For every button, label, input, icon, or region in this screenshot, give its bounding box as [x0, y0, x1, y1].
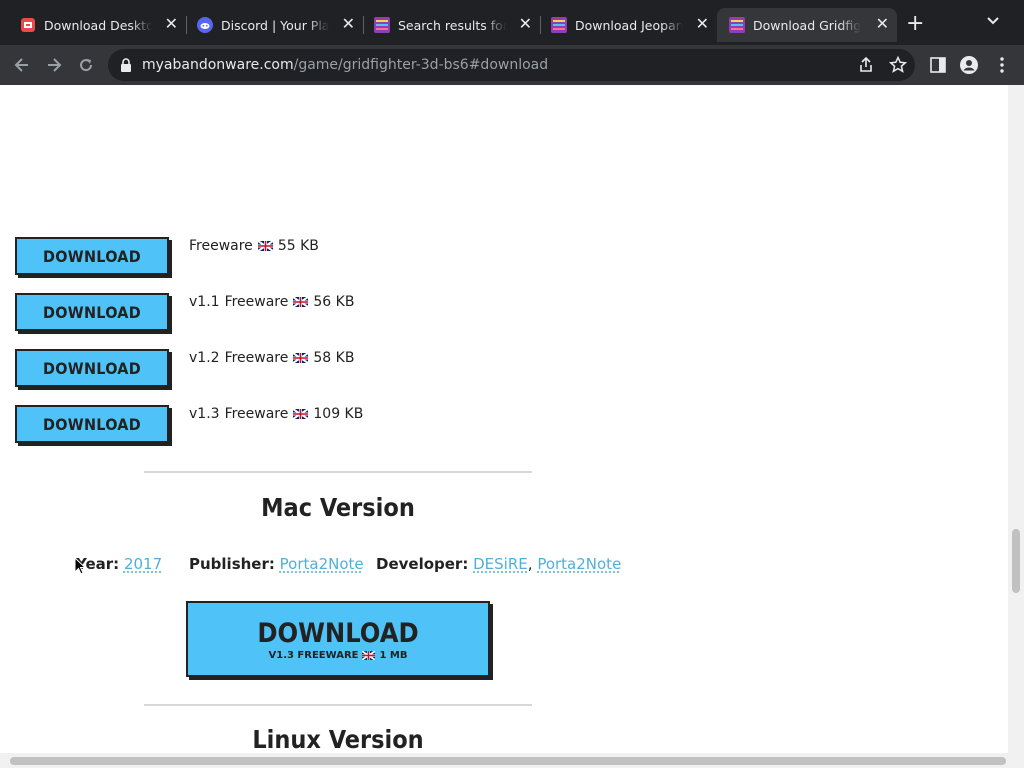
- page-content: DOWNLOAD Freeware 55 KB DOWNLOAD v1.1 Fr…: [0, 85, 1008, 768]
- publisher-link[interactable]: Porta2Note: [280, 555, 364, 573]
- mac-download-version: V1.3 FREEWARE: [268, 650, 359, 661]
- publisher-field: Publisher: Porta2Note: [189, 555, 364, 573]
- mac-download-button[interactable]: DOWNLOAD V1.3 FREEWARE 1 MB: [186, 601, 490, 677]
- vertical-scrollbar[interactable]: [1008, 85, 1024, 768]
- close-tab-icon[interactable]: ✕: [696, 15, 709, 33]
- close-tab-icon[interactable]: ✕: [342, 15, 355, 33]
- browser-toolbar: myabandonware.com/game/gridfighter-3d-bs…: [0, 45, 1024, 85]
- download-size: 55 KB: [277, 238, 319, 254]
- download-button[interactable]: DOWNLOAD: [15, 405, 169, 443]
- tab-search-chevron-down-icon[interactable]: [986, 16, 1000, 26]
- reload-icon[interactable]: [76, 55, 96, 75]
- tab-discord[interactable]: Discord | Your Place ✕: [177, 8, 363, 42]
- share-icon[interactable]: [856, 55, 876, 75]
- tab-title: Download Jeopardy: [575, 17, 683, 33]
- year-field: Year: 2017: [76, 555, 162, 573]
- discord-favicon-icon: [197, 17, 213, 33]
- myabandonware-favicon-icon: [729, 17, 745, 33]
- year-link[interactable]: 2017: [124, 555, 162, 573]
- download-size: 109 KB: [313, 406, 364, 422]
- tab-search-results[interactable]: Search results for ✕: [354, 8, 540, 42]
- forward-arrow-icon[interactable]: [44, 55, 64, 75]
- url-path: /game/gridfighter-3d-bs6#download: [293, 57, 549, 73]
- mac-download-size: 1 MB: [379, 650, 408, 661]
- close-tab-icon[interactable]: ✕: [165, 15, 178, 33]
- uk-flag-icon: [362, 651, 376, 660]
- download-info: v1.3 Freeware 109 KB: [189, 406, 363, 422]
- uk-flag-icon: [257, 241, 273, 251]
- mac-download-details: V1.3 FREEWARE 1 MB: [188, 650, 488, 661]
- new-tab-plus-icon[interactable]: +: [906, 13, 924, 35]
- linux-version-heading: Linux Version: [252, 725, 424, 754]
- download-license: Freeware: [189, 238, 253, 254]
- download-button[interactable]: DOWNLOAD: [15, 237, 169, 275]
- download-size: 58 KB: [313, 350, 355, 366]
- horizontal-scroll-thumb[interactable]: [10, 757, 1006, 765]
- download-button[interactable]: DOWNLOAD: [15, 293, 169, 331]
- tab-title: Discord | Your Place: [221, 17, 329, 33]
- download-version: v1.1: [189, 294, 220, 310]
- developer-link[interactable]: DESiRE: [473, 555, 528, 573]
- developer-separator: ,: [527, 555, 533, 573]
- back-arrow-icon[interactable]: [12, 55, 32, 75]
- download-info: v1.1 Freeware 56 KB: [189, 294, 354, 310]
- tab-title: Search results for: [398, 17, 506, 33]
- uk-flag-icon: [293, 353, 309, 363]
- address-bar[interactable]: myabandonware.com/game/gridfighter-3d-bs…: [108, 49, 915, 81]
- developer-link[interactable]: Porta2Note: [537, 555, 621, 573]
- download-license: Freeware: [224, 350, 289, 366]
- download-version: v1.3: [189, 406, 220, 422]
- side-panel-icon[interactable]: [928, 55, 948, 75]
- mouse-pointer-icon: [74, 557, 86, 575]
- close-tab-icon[interactable]: ✕: [519, 15, 532, 33]
- developer-field: Developer: DESiRE, Porta2Note: [376, 555, 621, 573]
- tab-title: Download Gridfighter: [753, 17, 861, 33]
- vertical-scroll-thumb[interactable]: [1012, 529, 1020, 593]
- tab-download-jeopardy[interactable]: Download Jeopardy ✕: [531, 8, 717, 42]
- download-info: Freeware 55 KB: [189, 238, 319, 254]
- lock-icon[interactable]: [120, 58, 132, 72]
- section-divider: [144, 471, 532, 473]
- developer-label: Developer:: [376, 555, 469, 573]
- tab-title: Download Desktop: [44, 17, 152, 33]
- download-size: 56 KB: [313, 294, 355, 310]
- download-license: Freeware: [224, 406, 289, 422]
- publisher-label: Publisher:: [189, 555, 275, 573]
- mac-version-heading: Mac Version: [261, 493, 415, 522]
- close-tab-icon[interactable]: ✕: [876, 15, 889, 33]
- mac-download-label: DOWNLOAD: [257, 618, 419, 649]
- bookmark-star-icon[interactable]: [888, 55, 908, 75]
- horizontal-scrollbar[interactable]: [0, 753, 1008, 768]
- url-domain: myabandonware.com: [142, 57, 294, 73]
- url-text[interactable]: myabandonware.com/game/gridfighter-3d-bs…: [142, 57, 548, 73]
- download-info: v1.2 Freeware 58 KB: [189, 350, 354, 366]
- myabandonware-favicon-icon: [374, 17, 390, 33]
- profile-avatar-icon[interactable]: [959, 55, 979, 75]
- uk-flag-icon: [293, 409, 309, 419]
- download-version: v1.2: [189, 350, 220, 366]
- uk-flag-icon: [293, 297, 309, 307]
- kebab-menu-icon[interactable]: [992, 55, 1012, 75]
- tab-download-desktop[interactable]: Download Desktop ✕: [0, 8, 186, 42]
- download-button[interactable]: DOWNLOAD: [15, 349, 169, 387]
- download-app-favicon-icon: [21, 18, 35, 32]
- download-license: Freeware: [224, 294, 289, 310]
- section-divider: [144, 704, 532, 706]
- tab-strip: Download Desktop ✕ Discord | Your Place …: [0, 0, 1024, 45]
- myabandonware-favicon-icon: [551, 17, 567, 33]
- tab-download-gridfighter[interactable]: Download Gridfighter ✕: [717, 8, 897, 42]
